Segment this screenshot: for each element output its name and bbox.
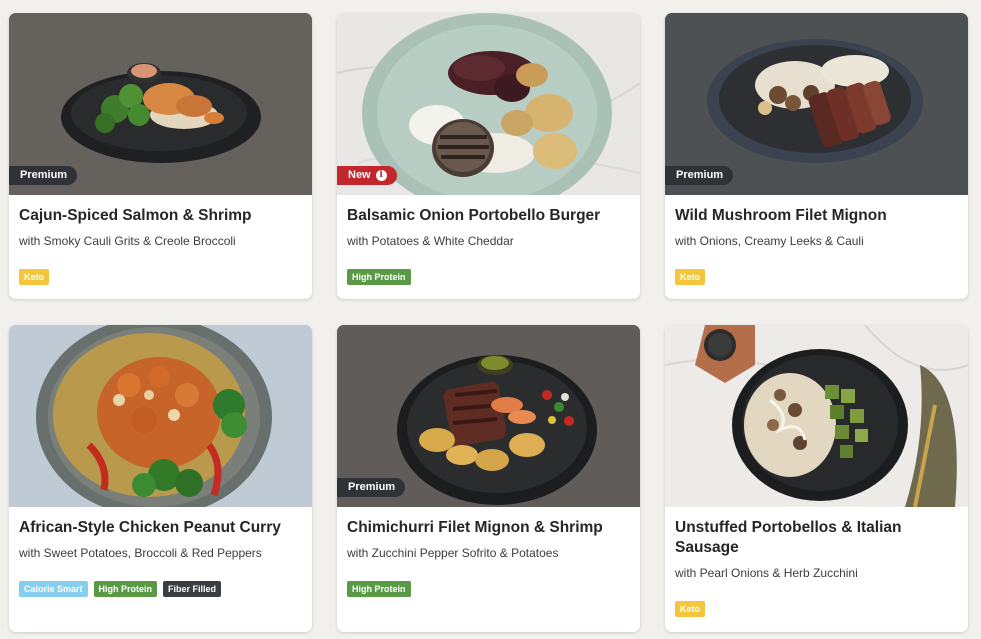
badge-label: Premium <box>20 169 68 181</box>
meal-photo: Premium <box>9 13 312 195</box>
meal-subtitle: with Potatoes & White Cheddar <box>347 234 514 248</box>
meal-title: Balsamic Onion Portobello Burger <box>347 207 601 224</box>
meal-subtitle: with Pearl Onions & Herb Zucchini <box>675 566 858 580</box>
high-protein-tag: High Protein <box>347 581 411 597</box>
high-protein-tag: High Protein <box>347 269 411 285</box>
meal-title: Unstuffed Portobellos & Italian Sausage <box>675 519 902 556</box>
tag-list: Keto <box>19 269 49 285</box>
meal-photo: New i <box>337 13 640 195</box>
meal-title: Chimichurri Filet Mignon & Shrimp <box>347 519 603 536</box>
new-badge[interactable]: New i <box>337 166 397 185</box>
high-protein-tag: High Protein <box>93 581 158 597</box>
tag-list: Keto <box>675 601 705 617</box>
premium-badge: Premium <box>9 166 78 185</box>
keto-tag: Keto <box>675 269 705 285</box>
meal-card[interactable]: Premium Chimichurri Filet Mignon & Shrim… <box>337 325 640 632</box>
meal-title: Wild Mushroom Filet Mignon <box>675 207 887 224</box>
premium-badge: Premium <box>337 478 406 497</box>
meal-title: African-Style Chicken Peanut Curry <box>19 519 281 536</box>
meal-card[interactable]: Unstuffed Portobellos & Italian Sausage … <box>665 325 968 632</box>
badge-label: Premium <box>676 169 724 181</box>
badge-label: New <box>348 169 371 181</box>
keto-tag: Keto <box>19 269 49 285</box>
meal-photo <box>665 325 968 507</box>
premium-badge: Premium <box>665 166 734 185</box>
info-icon[interactable]: i <box>375 170 387 181</box>
tag-list: High Protein <box>347 581 411 597</box>
calorie-smart-tag: Calorie Smart <box>19 581 88 597</box>
meal-subtitle: with Zucchini Pepper Sofrito & Potatoes <box>347 546 559 560</box>
meal-card[interactable]: Premium Wild Mushroom Filet Mignon with … <box>665 13 968 299</box>
keto-tag: Keto <box>675 601 705 617</box>
meal-card[interactable]: Premium Cajun-Spiced Salmon & Shrimp wit… <box>9 13 312 299</box>
meal-card[interactable]: New i Balsamic Onion Portobello Burger w… <box>337 13 640 299</box>
tag-list: Keto <box>675 269 705 285</box>
meal-photo: Premium <box>337 325 640 507</box>
badge-label: Premium <box>348 481 396 493</box>
tag-list: Calorie Smart High Protein Fiber Filled <box>19 581 222 597</box>
meal-photo: Premium <box>665 13 968 195</box>
meal-subtitle: with Onions, Creamy Leeks & Cauli <box>675 234 864 248</box>
meal-photo <box>9 325 312 507</box>
meal-title: Cajun-Spiced Salmon & Shrimp <box>19 207 252 224</box>
meal-subtitle: with Sweet Potatoes, Broccoli & Red Pepp… <box>19 546 262 560</box>
meal-subtitle: with Smoky Cauli Grits & Creole Broccoli <box>19 234 236 248</box>
fiber-filled-tag: Fiber Filled <box>163 581 222 597</box>
tag-list: High Protein <box>347 269 411 285</box>
meal-card[interactable]: African-Style Chicken Peanut Curry with … <box>9 325 312 632</box>
